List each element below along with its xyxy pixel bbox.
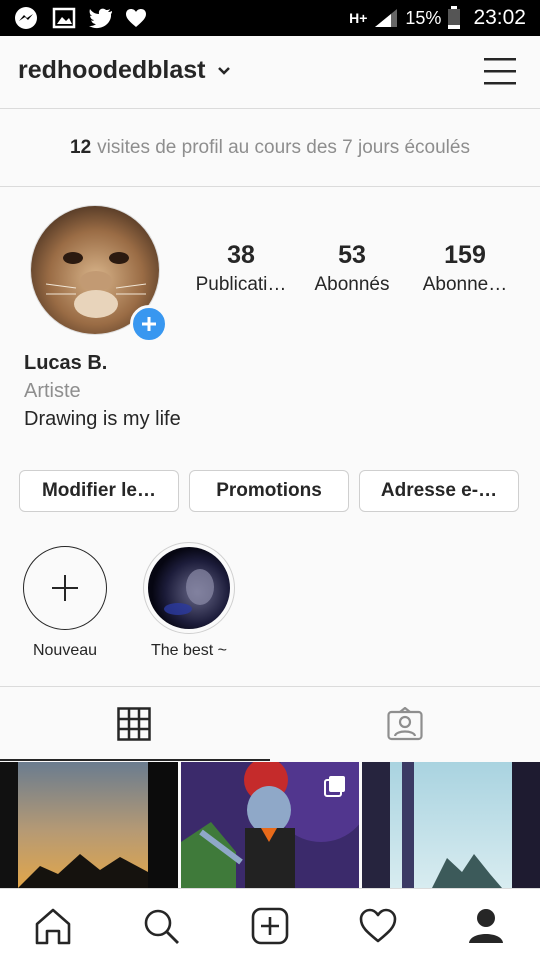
followers-label: Abonnés [314, 274, 390, 295]
battery-icon [448, 6, 461, 29]
heart-icon [126, 9, 146, 27]
profile-visits-banner[interactable]: 12 visites de profil au cours des 7 jour… [0, 109, 540, 187]
search-icon[interactable] [141, 907, 181, 945]
activity-heart-icon[interactable] [358, 907, 398, 945]
post-thumbnail[interactable] [0, 762, 178, 888]
signal-icon [375, 9, 398, 27]
twitter-icon [89, 8, 112, 29]
highlight-label: The best ~ [150, 642, 228, 659]
profile-tabs [0, 686, 540, 761]
promotions-button[interactable]: Promotions [189, 470, 349, 512]
gallery-icon [52, 7, 76, 29]
chevron-down-icon[interactable] [217, 66, 231, 76]
stat-posts[interactable]: 38 Publicati… [181, 240, 301, 300]
highlight-label: Nouveau [32, 642, 98, 659]
sunset-photo-image [0, 762, 178, 888]
clock: 23:02 [473, 6, 526, 29]
plus-icon [142, 317, 156, 331]
active-tab-indicator [0, 759, 270, 761]
highlight-thumbnail-image [148, 547, 230, 629]
new-post-icon[interactable] [250, 907, 290, 945]
stat-followers[interactable]: 53 Abonnés [292, 240, 412, 300]
multi-photo-icon [324, 776, 345, 797]
add-story-button[interactable] [130, 305, 168, 343]
profile-bio: Drawing is my life [24, 408, 181, 430]
tagged-photos-icon[interactable] [387, 707, 423, 741]
profile-name: Lucas B. [24, 352, 108, 374]
highlight-new[interactable]: Nouveau [20, 546, 110, 660]
posts-grid [0, 762, 540, 888]
email-button[interactable]: Adresse e-… [359, 470, 519, 512]
home-icon[interactable] [33, 907, 73, 945]
post-thumbnail[interactable] [181, 762, 359, 888]
edit-profile-button[interactable]: Modifier le… [19, 470, 179, 512]
grid-icon[interactable] [117, 707, 151, 741]
profile-category: Artiste [24, 380, 81, 402]
status-bar: H+ 15% 23:02 [0, 0, 540, 36]
hamburger-menu-icon[interactable] [484, 56, 516, 86]
highlight-the-best[interactable]: The best ~ [134, 542, 244, 660]
visits-text: visites de profil au cours des 7 jours é… [97, 136, 470, 158]
network-type: H+ [349, 9, 368, 26]
username-switcher[interactable]: redhoodedblast [18, 56, 206, 85]
followers-count: 53 [338, 241, 366, 269]
highlight-circle[interactable] [143, 542, 235, 634]
post-thumbnail[interactable] [362, 762, 540, 888]
following-count: 159 [444, 241, 486, 269]
profile-icon[interactable] [466, 907, 506, 945]
posts-count: 38 [227, 241, 255, 269]
messenger-icon [15, 7, 37, 29]
profile-avatar[interactable] [30, 205, 168, 343]
battery-percent: 15% [405, 7, 442, 28]
stat-following[interactable]: 159 Abonne… [405, 240, 525, 300]
following-label: Abonne… [422, 274, 508, 295]
bottom-navigation [0, 888, 540, 961]
visits-count: 12 [70, 136, 92, 158]
sky-photo-image [362, 762, 540, 888]
new-highlight-circle[interactable] [23, 546, 107, 630]
plus-icon [52, 575, 78, 601]
profile-header: redhoodedblast [0, 36, 540, 109]
posts-label: Publicati… [195, 274, 287, 295]
